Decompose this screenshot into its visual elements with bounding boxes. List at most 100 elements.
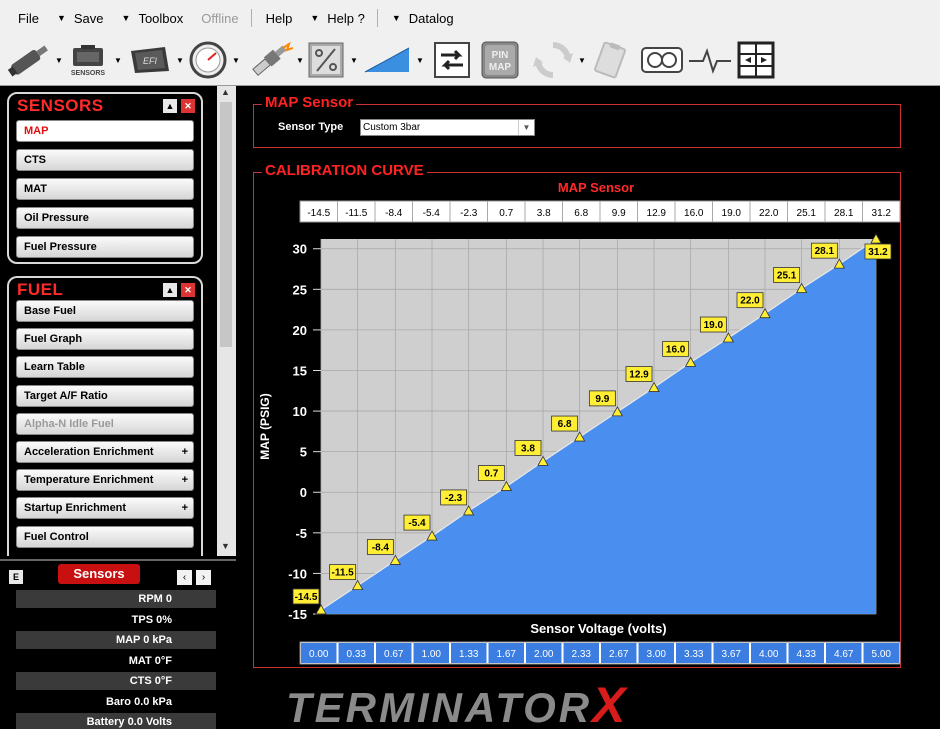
- y-value-cell[interactable]: 28.1: [834, 208, 854, 219]
- fuel-section-title: FUEL: [17, 280, 64, 299]
- sensors-module-icon[interactable]: SENSORS: [64, 40, 112, 80]
- y-value-cell[interactable]: 0.7: [499, 208, 513, 219]
- menu-file[interactable]: File: [18, 11, 39, 26]
- dash-gauges-icon[interactable]: [640, 40, 684, 80]
- prev-arrow-icon[interactable]: ‹: [177, 570, 192, 585]
- nav-item-map[interactable]: MAP: [16, 120, 194, 142]
- heartbeat-icon[interactable]: [688, 40, 732, 80]
- x-value-cell[interactable]: 5.00: [872, 649, 892, 660]
- y-value-cell[interactable]: 9.9: [612, 208, 626, 219]
- pin-map-icon[interactable]: PIN MAP: [480, 40, 520, 80]
- refresh-icon[interactable]: [532, 40, 574, 80]
- injector-icon[interactable]: [4, 40, 54, 80]
- x-value-cell[interactable]: 0.33: [347, 649, 367, 660]
- scroll-down-icon[interactable]: ▼: [221, 541, 230, 551]
- nav-scrollbar[interactable]: ▲ ▼: [217, 86, 236, 556]
- nav-item-temperature-enrichment[interactable]: Temperature Enrichment +: [16, 469, 194, 492]
- nav-item-oil-pressure[interactable]: Oil Pressure: [16, 207, 194, 229]
- efi-ecu-icon[interactable]: EFI: [124, 40, 174, 80]
- x-value-cell[interactable]: 3.33: [684, 649, 704, 660]
- efi-label: EFI: [143, 56, 158, 66]
- nav-item-fuel-control[interactable]: Fuel Control: [16, 525, 194, 548]
- close-icon[interactable]: ✕: [181, 283, 195, 297]
- menu-label: Datalog: [408, 10, 454, 26]
- y-axis-label: MAP (PSIG): [258, 393, 272, 459]
- transfer-icon[interactable]: [432, 40, 472, 80]
- x-value-cell[interactable]: 0.00: [309, 649, 329, 660]
- y-value-cell[interactable]: 12.9: [647, 208, 667, 219]
- y-value-cell[interactable]: -14.5: [307, 208, 330, 219]
- x-value-cell[interactable]: 2.00: [534, 649, 554, 660]
- sensor-readout-row: CTS 0°F: [16, 672, 216, 690]
- data-label: 28.1: [815, 246, 835, 257]
- nav-item-label: Alpha-N Idle Fuel: [24, 417, 114, 430]
- data-label: 12.9: [629, 370, 649, 381]
- ramp-icon[interactable]: [362, 40, 412, 80]
- nav-item-fuel-pressure[interactable]: Fuel Pressure: [16, 236, 194, 258]
- data-label: 19.0: [704, 320, 724, 331]
- x-value-cell[interactable]: 4.00: [759, 649, 779, 660]
- nav-item-cts[interactable]: CTS: [16, 149, 194, 171]
- percent-icon[interactable]: [306, 40, 346, 80]
- y-value-cell[interactable]: 25.1: [797, 208, 817, 219]
- spark-plug-icon[interactable]: [246, 40, 294, 80]
- x-value-cell[interactable]: 4.33: [797, 649, 817, 660]
- x-value-cell[interactable]: 2.67: [609, 649, 629, 660]
- gauge-icon[interactable]: [188, 40, 228, 80]
- collapse-icon[interactable]: ▲: [163, 99, 177, 113]
- edit-e-button[interactable]: E: [9, 570, 23, 584]
- x-value-cell[interactable]: 0.67: [384, 649, 404, 660]
- clipboard-icon[interactable]: [590, 40, 630, 80]
- nav-item-learn-table[interactable]: Learn Table: [16, 356, 194, 379]
- data-point-handle[interactable]: [870, 233, 882, 244]
- nav-item-base-fuel[interactable]: Base Fuel: [16, 300, 194, 322]
- y-value-cell[interactable]: -2.3: [460, 208, 478, 219]
- data-label: 0.7: [484, 469, 498, 480]
- y-value-cell[interactable]: -5.4: [423, 208, 441, 219]
- next-arrow-icon[interactable]: ›: [196, 570, 211, 585]
- data-label: 31.2: [868, 247, 888, 258]
- x-value-cell[interactable]: 1.67: [497, 649, 517, 660]
- nav-item-acceleration-enrichment[interactable]: Acceleration Enrichment +: [16, 441, 194, 463]
- menu-help[interactable]: ▼ Help ?: [310, 11, 365, 26]
- y-value-cell[interactable]: 3.8: [537, 208, 551, 219]
- menu-save[interactable]: ▼ Save: [57, 11, 104, 26]
- nav-item-label: Fuel Graph: [24, 333, 83, 346]
- menu-help[interactable]: Help: [266, 11, 293, 26]
- x-value-cell[interactable]: 4.67: [834, 649, 854, 660]
- nav-item-fuel-graph[interactable]: Fuel Graph: [16, 328, 194, 351]
- x-value-cell[interactable]: 2.33: [572, 649, 592, 660]
- y-tick-label: 15: [293, 363, 307, 378]
- menu-toolbox[interactable]: ▼ Toolbox: [122, 11, 184, 26]
- y-value-cell[interactable]: 31.2: [872, 208, 892, 219]
- sensor-readout-row: RPM 0: [16, 590, 216, 608]
- y-tick-label: 10: [293, 404, 307, 419]
- data-label: -5.4: [408, 518, 426, 529]
- sensor-readout-row: Battery 0.0 Volts: [16, 713, 216, 729]
- nav-item-alpha-n-idle-fuel[interactable]: Alpha-N Idle Fuel: [16, 412, 194, 435]
- x-value-cell[interactable]: 3.67: [722, 649, 742, 660]
- grid-window-icon[interactable]: [736, 40, 776, 80]
- y-tick-label: -15: [288, 607, 307, 622]
- y-value-cell[interactable]: -11.5: [345, 208, 367, 219]
- y-value-cell[interactable]: -8.4: [385, 208, 403, 219]
- sensor-readout-row: TPS 0%: [131, 613, 172, 626]
- y-value-cell[interactable]: 22.0: [759, 208, 779, 219]
- scroll-up-icon[interactable]: ▲: [221, 87, 230, 97]
- x-value-cell[interactable]: 3.00: [647, 649, 667, 660]
- close-icon[interactable]: ✕: [181, 99, 195, 113]
- x-value-cell[interactable]: 1.33: [459, 649, 479, 660]
- nav-item-mat[interactable]: MAT: [16, 178, 194, 200]
- x-value-cell[interactable]: 1.00: [422, 649, 442, 660]
- menu-offline[interactable]: Offline: [201, 11, 238, 26]
- y-value-cell[interactable]: 19.0: [722, 208, 742, 219]
- y-value-cell[interactable]: 6.8: [574, 208, 588, 219]
- expand-plus-icon: +: [181, 446, 188, 458]
- nav-item-startup-enrichment[interactable]: Startup Enrichment +: [16, 497, 194, 520]
- menu-datalog[interactable]: ▼ Datalog: [392, 11, 454, 26]
- y-value-cell[interactable]: 16.0: [684, 208, 704, 219]
- collapse-icon[interactable]: ▲: [163, 283, 177, 297]
- nav-item-label: Acceleration Enrichment: [24, 446, 154, 458]
- nav-item-target-a-f-ratio[interactable]: Target A/F Ratio: [16, 384, 194, 407]
- scroll-thumb[interactable]: [220, 102, 232, 347]
